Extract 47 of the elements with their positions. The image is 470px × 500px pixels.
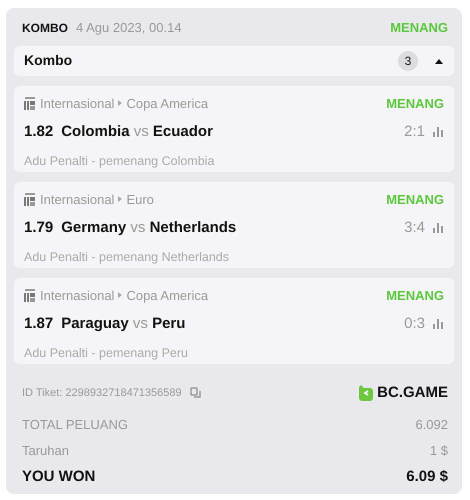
league-label: Copa America bbox=[126, 286, 208, 305]
odds-value: 1.82 bbox=[24, 122, 54, 142]
league-logo-icon bbox=[24, 192, 36, 206]
category-label: Internasional bbox=[40, 286, 114, 304]
score: 0:3 bbox=[404, 314, 425, 334]
match-title: Paraguay vs Peru bbox=[61, 314, 186, 334]
separator-icon bbox=[118, 196, 122, 202]
status-label: MENANG bbox=[386, 94, 444, 112]
stats-icon[interactable] bbox=[433, 319, 444, 330]
market-label: Adu Penalti - pemenang Colombia bbox=[24, 152, 216, 170]
separator-icon bbox=[118, 292, 122, 298]
odds-value: 1.79 bbox=[24, 218, 54, 238]
bet-date: 4 Agu 2023, 00.14 bbox=[76, 19, 182, 37]
summary-label: YOU WON bbox=[22, 467, 96, 487]
summary-label: TOTAL PELUANG bbox=[22, 416, 128, 434]
category-label: Internasional bbox=[40, 190, 114, 208]
count-badge: 3 bbox=[398, 50, 418, 70]
brand-name: BC.GAME bbox=[377, 382, 448, 402]
odds-value: 1.87 bbox=[24, 314, 54, 334]
league-logo-icon bbox=[24, 288, 36, 302]
status-label: MENANG bbox=[386, 190, 444, 208]
market-label: Adu Penalti - pemenang Netherlands bbox=[24, 248, 230, 266]
status-label: MENANG bbox=[386, 286, 444, 304]
combo-title: Kombo bbox=[24, 51, 72, 70]
stats-icon[interactable] bbox=[433, 127, 444, 138]
category-label: Internasional bbox=[40, 94, 114, 112]
ticket-id: ID Tiket: 2298932718471356589 bbox=[22, 386, 182, 400]
stats-icon[interactable] bbox=[433, 223, 444, 234]
league-label: Copa America bbox=[126, 94, 208, 113]
summary-value: 6.092 bbox=[415, 416, 448, 434]
summary-value: 1 $ bbox=[430, 442, 448, 460]
match-title: Colombia vs Ecuador bbox=[61, 122, 213, 142]
league-logo-icon bbox=[24, 96, 36, 110]
status-label: MENANG bbox=[390, 19, 448, 37]
summary-value: 6.09 $ bbox=[406, 467, 448, 487]
combo-header-bar[interactable]: Kombo 3 bbox=[14, 46, 454, 76]
market-label: Adu Penalti - pemenang Peru bbox=[24, 344, 189, 362]
score: 2:1 bbox=[404, 122, 425, 142]
bet-type-label: KOMBO bbox=[22, 20, 68, 37]
brand-logo-icon bbox=[359, 384, 374, 401]
caret-up-icon[interactable] bbox=[434, 58, 444, 64]
match-title: Germany vs Netherlands bbox=[61, 218, 236, 238]
copy-icon[interactable] bbox=[190, 386, 202, 399]
summary-label: Taruhan bbox=[22, 442, 69, 460]
score: 3:4 bbox=[404, 218, 425, 238]
league-label: Euro bbox=[126, 190, 154, 208]
separator-icon bbox=[118, 100, 122, 106]
